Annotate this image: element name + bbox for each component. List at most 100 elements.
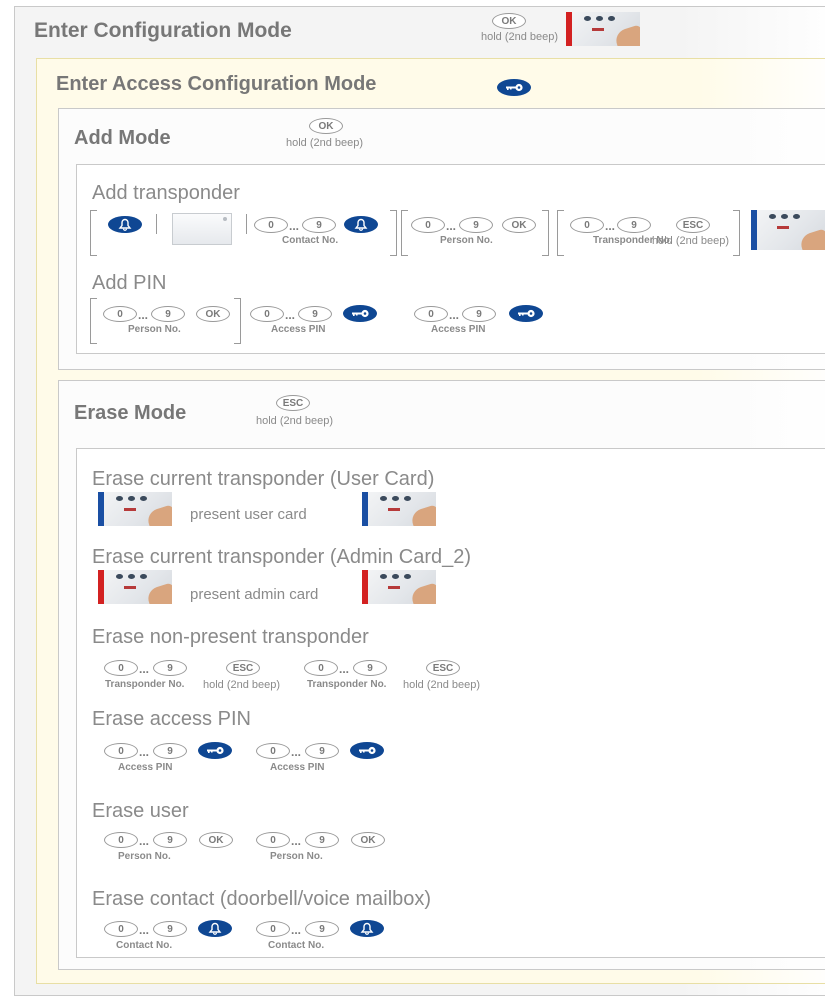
digit-key-0: 0: [104, 743, 138, 759]
bell-button: [108, 216, 142, 233]
digit-key-9: 9: [459, 217, 493, 233]
access-pin-caption: Access PIN: [118, 762, 173, 773]
bell-icon: [208, 922, 222, 935]
ok-key: OK: [351, 832, 385, 848]
access-pin-caption: Access PIN: [270, 762, 325, 773]
erase-user-card-title: Erase current transponder (User Card): [92, 468, 435, 490]
transponder-no-caption: Transponder No.: [105, 679, 185, 690]
user-card-reader-image: [98, 492, 172, 526]
admin-card-reader-image: [362, 570, 436, 604]
digit-key-0: 0: [411, 217, 445, 233]
digit-key-0: 0: [254, 217, 288, 233]
digit-key-0: 0: [414, 306, 448, 322]
digit-key-0: 0: [250, 306, 284, 322]
digit-key-9: 9: [305, 743, 339, 759]
ellipsis: ...: [605, 219, 616, 233]
device-image: [172, 213, 232, 245]
access-config-title: Enter Access Configuration Mode: [56, 73, 377, 95]
key-button: [198, 742, 232, 759]
bracket-right: [542, 210, 549, 256]
erase-admin-card-title: Erase current transponder (Admin Card_2): [92, 546, 472, 568]
erase-non-present-title: Erase non-present transponder: [92, 626, 369, 648]
ellipsis: ...: [139, 834, 150, 848]
access-pin-caption: Access PIN: [431, 324, 486, 335]
ellipsis: ...: [139, 923, 150, 937]
person-no-caption: Person No.: [440, 235, 493, 246]
ellipsis: ...: [291, 923, 302, 937]
bell-icon: [360, 922, 374, 935]
digit-key-9: 9: [617, 217, 651, 233]
bell-icon: [118, 218, 132, 231]
hold-note: hold (2nd beep): [481, 31, 559, 43]
bracket-right: [390, 210, 397, 256]
hold-note: hold (2nd beep): [652, 235, 730, 247]
digit-key-9: 9: [151, 306, 185, 322]
key-button: [350, 742, 384, 759]
erase-user-title: Erase user: [92, 800, 189, 822]
digit-key-9: 9: [353, 660, 387, 676]
ok-key: OK: [199, 832, 233, 848]
digit-key-0: 0: [570, 217, 604, 233]
hold-note: hold (2nd beep): [256, 415, 334, 427]
admin-card-reader-image: [98, 570, 172, 604]
erase-mode-title: Erase Mode: [74, 402, 187, 424]
hold-note: hold (2nd beep): [403, 679, 481, 691]
digit-key-0: 0: [104, 660, 138, 676]
digit-key-0: 0: [256, 921, 290, 937]
digit-key-0: 0: [103, 306, 137, 322]
bracket-left: [90, 210, 97, 256]
contact-no-caption: Contact No.: [268, 940, 325, 951]
key-button: [509, 305, 543, 322]
erase-mode-content: [76, 448, 825, 958]
bracket-left: [90, 298, 97, 344]
digit-key-0: 0: [304, 660, 338, 676]
person-no-caption: Person No.: [270, 851, 323, 862]
ok-key: OK: [196, 306, 230, 322]
digit-key-0: 0: [256, 832, 290, 848]
digit-key-9: 9: [302, 217, 336, 233]
digit-key-0: 0: [104, 921, 138, 937]
add-transponder-title: Add transponder: [92, 182, 240, 204]
bell-button: [198, 920, 232, 937]
ellipsis: ...: [139, 745, 150, 759]
admin-card-reader-image: [566, 12, 640, 46]
esc-key: ESC: [676, 217, 710, 233]
key-icon: [207, 746, 224, 755]
separator: [246, 214, 247, 234]
ellipsis: ...: [339, 662, 350, 676]
ok-key: OK: [492, 13, 526, 29]
ellipsis: ...: [139, 662, 150, 676]
digit-key-0: 0: [256, 743, 290, 759]
key-icon: [352, 309, 369, 318]
person-no-caption: Person No.: [118, 851, 171, 862]
user-card-reader-image: [751, 210, 825, 250]
digit-key-9: 9: [305, 832, 339, 848]
digit-key-0: 0: [104, 832, 138, 848]
key-icon: [506, 83, 523, 92]
add-pin-title: Add PIN: [92, 272, 167, 294]
key-button: [343, 305, 377, 322]
person-no-caption: Person No.: [128, 324, 181, 335]
digit-key-9: 9: [305, 921, 339, 937]
config-mode-title: Enter Configuration Mode: [34, 19, 292, 42]
esc-key: ESC: [426, 660, 460, 676]
transponder-no-caption: Transponder No.: [307, 679, 387, 690]
bell-button: [344, 216, 378, 233]
key-icon: [518, 309, 535, 318]
bracket-left: [557, 210, 564, 256]
ellipsis: ...: [138, 308, 149, 322]
user-card-reader-image: [362, 492, 436, 526]
separator: [156, 214, 157, 234]
digit-key-9: 9: [462, 306, 496, 322]
access-pin-caption: Access PIN: [271, 324, 326, 335]
ok-key: OK: [502, 217, 536, 233]
bracket-left: [401, 210, 408, 256]
erase-contact-title: Erase contact (doorbell/voice mailbox): [92, 888, 432, 910]
bell-icon: [354, 218, 368, 231]
ellipsis: ...: [446, 219, 457, 233]
add-mode-title: Add Mode: [74, 127, 171, 149]
contact-no-caption: Contact No.: [116, 940, 173, 951]
key-icon: [359, 746, 376, 755]
ellipsis: ...: [291, 834, 302, 848]
esc-key: ESC: [226, 660, 260, 676]
